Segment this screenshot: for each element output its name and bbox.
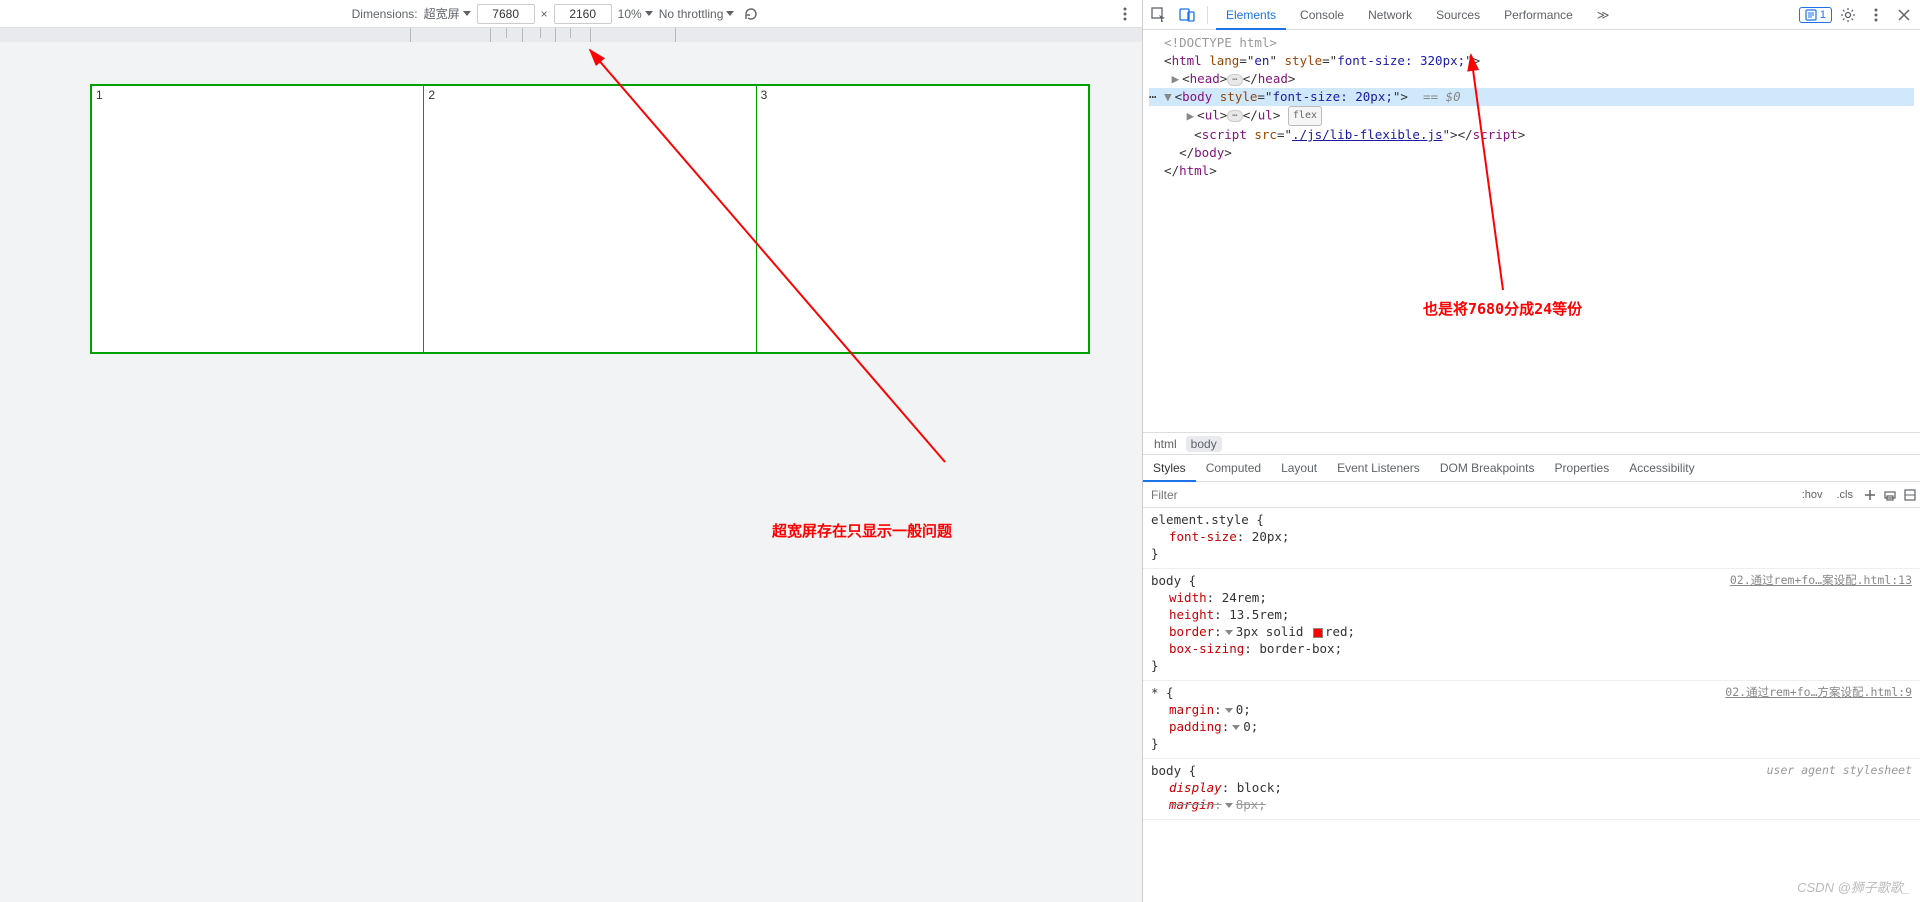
close-icon[interactable] — [1892, 3, 1916, 27]
times-label: × — [541, 7, 548, 21]
device-viewport-pane: Dimensions: 超宽屏 × 10% No throttling — [0, 0, 1142, 902]
breadcrumb-body[interactable]: body — [1186, 436, 1222, 452]
tab-network[interactable]: Network — [1358, 0, 1422, 30]
tab-performance[interactable]: Performance — [1494, 0, 1583, 30]
kebab-icon[interactable] — [1864, 3, 1888, 27]
source-link[interactable]: 02.通过rem+fo…案设配.html:13 — [1730, 572, 1912, 589]
tab-computed[interactable]: Computed — [1196, 454, 1271, 482]
tab-properties[interactable]: Properties — [1545, 454, 1620, 482]
rule-universal: 02.通过rem+fo…方案设配.html:9 * { margin:0; pa… — [1143, 681, 1920, 759]
device-mode-icon[interactable] — [1175, 3, 1199, 27]
devtools-pane: Elements Console Network Sources Perform… — [1142, 0, 1920, 902]
annotation-right: 也是将7680分成24等份 — [1423, 300, 1582, 318]
cell-1: 1 — [92, 86, 424, 352]
inspect-icon[interactable] — [1147, 3, 1171, 27]
tab-dom-breakpoints[interactable]: DOM Breakpoints — [1430, 454, 1545, 482]
new-rule-icon[interactable] — [1860, 485, 1880, 505]
rotate-icon[interactable] — [740, 3, 762, 25]
issues-badge[interactable]: 1 — [1799, 7, 1832, 23]
tab-accessibility[interactable]: Accessibility — [1619, 454, 1704, 482]
tab-layout[interactable]: Layout — [1271, 454, 1327, 482]
width-input[interactable] — [477, 4, 535, 24]
source-link[interactable]: 02.通过rem+fo…方案设配.html:9 — [1725, 684, 1912, 701]
cls-button[interactable]: .cls — [1830, 489, 1861, 501]
print-icon[interactable] — [1880, 485, 1900, 505]
dom-tree[interactable]: <!DOCTYPE html> <html lang="en" style="f… — [1143, 30, 1920, 432]
elements-area: <!DOCTYPE html> <html lang="en" style="f… — [1143, 30, 1920, 902]
rule-body-ua: user agent stylesheet body { display: bl… — [1143, 759, 1920, 820]
tab-more[interactable]: ≫ — [1587, 0, 1620, 30]
hov-button[interactable]: :hov — [1795, 489, 1830, 501]
devtools-header: Elements Console Network Sources Perform… — [1143, 0, 1920, 30]
tab-console[interactable]: Console — [1290, 0, 1354, 30]
annotation-left: 超宽屏存在只显示一般问题 — [772, 520, 952, 541]
styles-tabs: Styles Computed Layout Event Listeners D… — [1143, 454, 1920, 482]
filter-input[interactable] — [1143, 482, 1795, 507]
device-select[interactable]: 超宽屏 — [424, 5, 471, 22]
tab-styles[interactable]: Styles — [1143, 454, 1196, 482]
tab-elements[interactable]: Elements — [1216, 0, 1286, 30]
breadcrumb-html[interactable]: html — [1149, 436, 1182, 452]
filter-row: :hov .cls — [1143, 482, 1920, 508]
device-toolbar: Dimensions: 超宽屏 × 10% No throttling — [0, 0, 1142, 28]
cell-2: 2 — [424, 86, 756, 352]
tab-event-listeners[interactable]: Event Listeners — [1327, 454, 1430, 482]
rule-element-style: element.style { font-size: 20px; } — [1143, 508, 1920, 569]
gear-icon[interactable] — [1836, 3, 1860, 27]
zoom-select[interactable]: 10% — [618, 7, 653, 21]
height-input[interactable] — [554, 4, 612, 24]
dimensions-label: Dimensions: — [352, 7, 418, 21]
rule-body-1: 02.通过rem+fo…案设配.html:13 body { width: 24… — [1143, 569, 1920, 681]
throttling-select[interactable]: No throttling — [659, 7, 735, 21]
kebab-icon[interactable] — [1114, 3, 1136, 25]
ruler — [0, 28, 1142, 42]
simulated-page: 1 2 3 — [90, 84, 1090, 354]
styles-body[interactable]: element.style { font-size: 20px; } 02.通过… — [1143, 508, 1920, 902]
cell-3: 3 — [757, 86, 1088, 352]
tab-sources[interactable]: Sources — [1426, 0, 1490, 30]
ua-label: user agent stylesheet — [1767, 762, 1912, 779]
viewport: 1 2 3 超宽屏存在只显示一般问题 — [0, 42, 1142, 902]
computed-toggle-icon[interactable] — [1900, 485, 1920, 505]
breadcrumb: html body — [1143, 432, 1920, 454]
